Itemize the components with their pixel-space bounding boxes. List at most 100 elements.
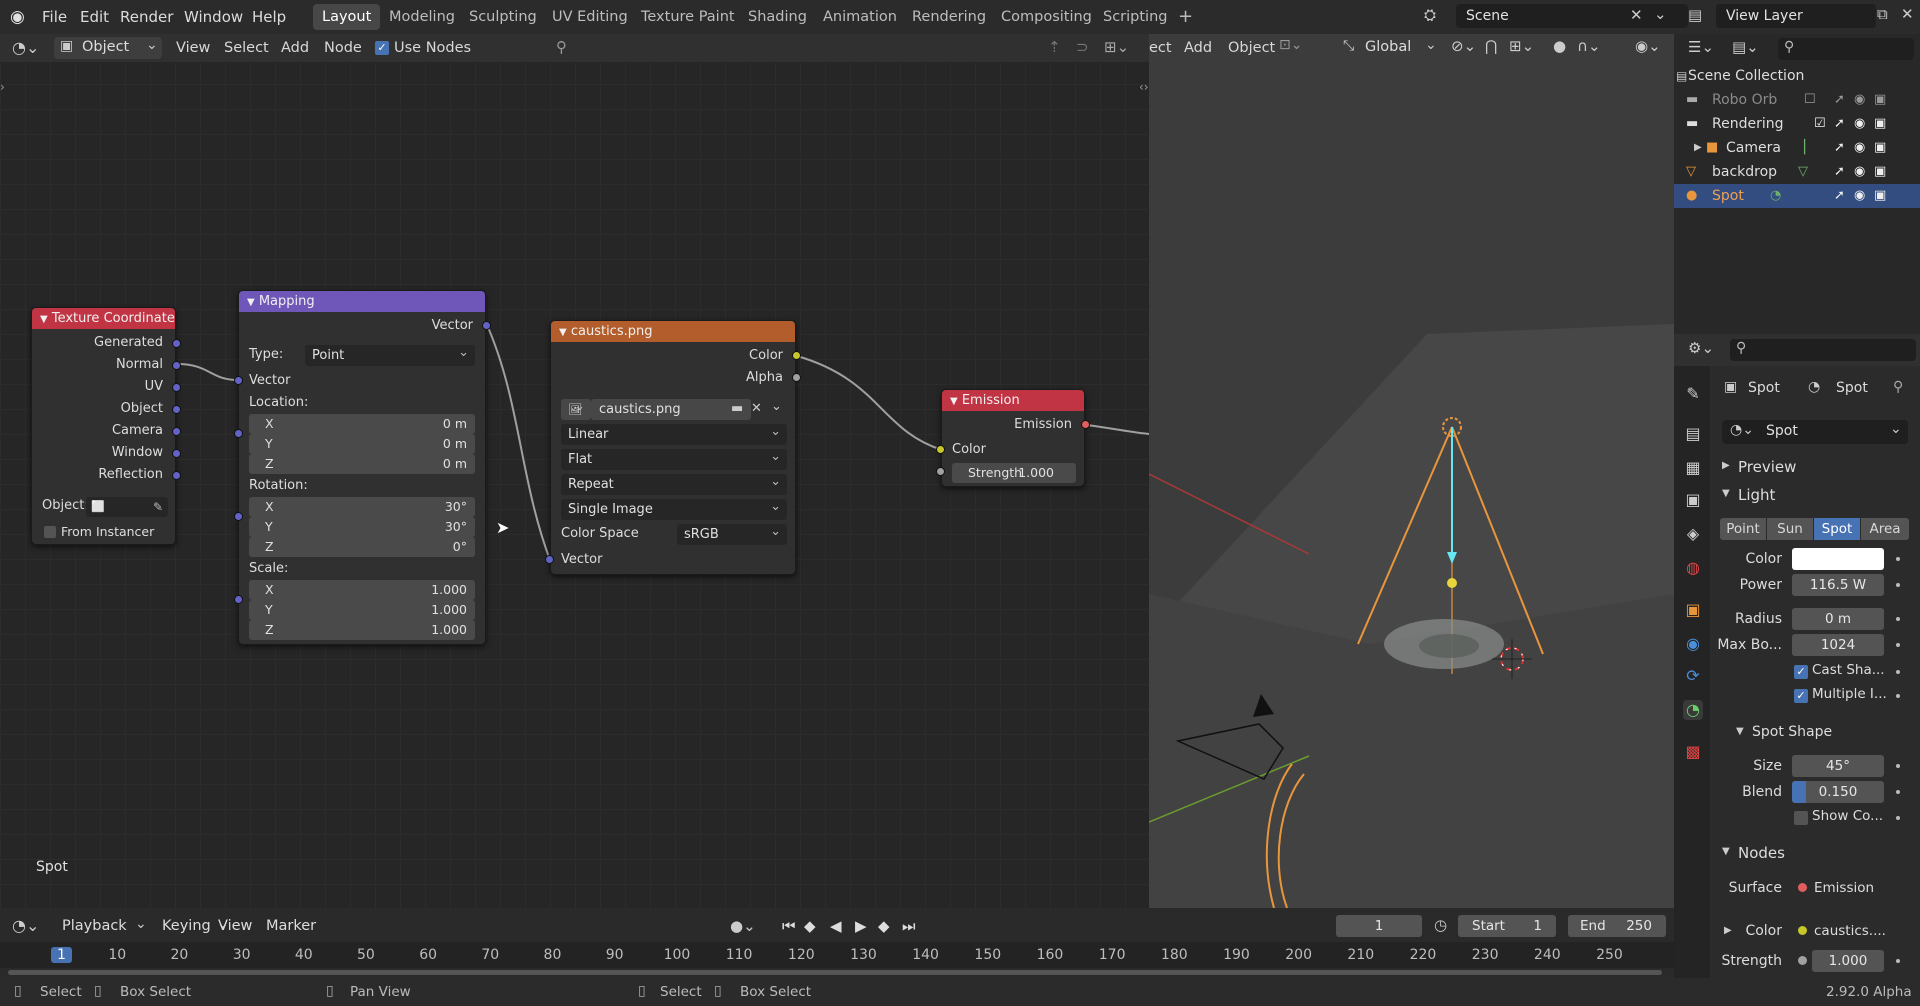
- menu-playback[interactable]: Playback: [62, 918, 127, 934]
- scale-z-field[interactable]: Z 1.000: [249, 620, 475, 640]
- jump-start-icon[interactable]: ⏮: [782, 917, 796, 935]
- start-frame-field[interactable]: Start 1: [1458, 915, 1556, 937]
- spot-size-field[interactable]: 45°: [1792, 755, 1884, 777]
- folder-icon[interactable]: ▬: [731, 401, 743, 416]
- next-keyframe-icon[interactable]: ◆: [878, 917, 890, 935]
- render-toggle-icon[interactable]: ▣: [1874, 88, 1886, 112]
- socket-mapping-in[interactable]: [234, 376, 243, 385]
- properties-editor-icon[interactable]: ⚙⌄: [1688, 339, 1714, 357]
- socket-scale-in[interactable]: [234, 595, 243, 604]
- location-y-field[interactable]: Y 0 m: [249, 434, 475, 454]
- preview-panel-header[interactable]: ▶ Preview: [1716, 456, 1916, 480]
- socket-camera[interactable]: [172, 427, 181, 436]
- prev-keyframe-icon[interactable]: ◆: [804, 917, 816, 935]
- show-cone-checkbox[interactable]: [1794, 811, 1808, 825]
- location-x-field[interactable]: X 0 m: [249, 414, 475, 434]
- play-reverse-icon[interactable]: ◀: [830, 917, 842, 935]
- view-layer-field[interactable]: View Layer: [1716, 4, 1876, 28]
- light-type-sun[interactable]: Sun: [1767, 518, 1813, 540]
- menu-select-partial[interactable]: ect: [1149, 36, 1172, 60]
- constraints-tab-icon[interactable]: ⟳: [1683, 666, 1703, 686]
- eye-icon[interactable]: ◉: [1854, 184, 1865, 208]
- outliner-editor-icon[interactable]: ☰⌄: [1688, 38, 1714, 56]
- extension-dropdown[interactable]: Repeat: [561, 471, 787, 495]
- light-type-area[interactable]: Area: [1861, 518, 1909, 540]
- pin-icon[interactable]: ⚲: [1893, 379, 1903, 395]
- collapse-arrow-icon[interactable]: ▼: [559, 327, 567, 338]
- unlink-icon[interactable]: ✕: [751, 401, 762, 416]
- timeline-scrollbar[interactable]: [8, 970, 1662, 975]
- socket-window[interactable]: [172, 449, 181, 458]
- scale-y-field[interactable]: Y 1.000: [249, 600, 475, 620]
- visibility-icon[interactable]: ◉⌄: [1635, 37, 1661, 55]
- socket-image-vector[interactable]: [545, 555, 554, 564]
- outliner-item-robo-orb[interactable]: ▬ Robo Orb ☐ ➚ ◉ ▣: [1674, 88, 1920, 112]
- add-workspace-icon[interactable]: +: [1178, 6, 1193, 27]
- socket-mapping-out[interactable]: [482, 321, 491, 330]
- render-tab-icon[interactable]: ▤: [1683, 424, 1703, 444]
- eyedropper-icon[interactable]: ✎: [153, 497, 163, 517]
- menu-keying[interactable]: Keying: [162, 918, 211, 934]
- socket-generated[interactable]: [172, 339, 181, 348]
- keyframe-dot-icon[interactable]: [1896, 670, 1900, 674]
- exclude-checkbox-icon[interactable]: ☐: [1804, 88, 1816, 112]
- mapping-node[interactable]: ▼ Mapping Vector Type: Point Vector Loca…: [238, 290, 486, 645]
- properties-search[interactable]: ⚲: [1730, 339, 1916, 361]
- source-dropdown[interactable]: Single Image: [561, 496, 787, 520]
- socket-emission-strength[interactable]: [936, 467, 945, 476]
- socket-uv[interactable]: [172, 383, 181, 392]
- keyframe-dot-icon[interactable]: [1896, 583, 1900, 587]
- outliner-item-rendering[interactable]: ▬ Rendering ☑ ➚ ◉ ▣: [1674, 112, 1920, 136]
- socket-emission-out[interactable]: [1081, 420, 1090, 429]
- strength-field[interactable]: Strength 1.000: [952, 463, 1076, 483]
- output-tab-icon[interactable]: ▦: [1683, 458, 1703, 478]
- keyframe-dot-icon[interactable]: [1896, 617, 1900, 621]
- emission-node[interactable]: ▼ Emission Emission Color Strength 1.000: [941, 389, 1085, 487]
- image-texture-node[interactable]: ▼ caustics.png Color Alpha 🖼 caustics.pn…: [550, 320, 796, 575]
- image-name-field[interactable]: caustics.png: [591, 396, 751, 420]
- eye-icon[interactable]: ◉: [1854, 112, 1865, 136]
- view-layer-icon[interactable]: ▤: [1688, 6, 1702, 24]
- 3d-viewport[interactable]: [1149, 34, 1674, 908]
- outliner-item-backdrop[interactable]: ▽ backdrop ▽ ➚ ◉ ▣: [1674, 160, 1920, 184]
- light-panel-header[interactable]: ▼ Light: [1716, 484, 1916, 508]
- socket-normal[interactable]: [172, 361, 181, 370]
- select-toggle-icon[interactable]: ➚: [1834, 160, 1845, 184]
- radius-field[interactable]: 0 m: [1792, 608, 1884, 630]
- cast-shadow-checkbox[interactable]: ✓: [1794, 665, 1808, 679]
- object-picker[interactable]: ⬜ ✎: [86, 497, 168, 517]
- nodes-panel-header[interactable]: ▼ Nodes: [1716, 842, 1916, 866]
- view-layer-tab-icon[interactable]: ▣: [1683, 490, 1703, 510]
- keyframe-dot-icon[interactable]: [1896, 643, 1900, 647]
- socket-location-in[interactable]: [234, 429, 243, 438]
- light-data-tab-icon[interactable]: ◔: [1683, 700, 1703, 720]
- eye-icon[interactable]: ◉: [1854, 136, 1865, 160]
- duplicate-layer-icon[interactable]: ⧉: [1877, 5, 1888, 23]
- select-toggle-icon[interactable]: ➚: [1834, 88, 1845, 112]
- transform-orientation-dropdown[interactable]: ⤡ Global ⌄: [1339, 37, 1444, 59]
- collapse-arrow-icon[interactable]: ▼: [950, 396, 958, 407]
- spot-shape-panel-header[interactable]: ▼ Spot Shape: [1730, 722, 1910, 744]
- texture-tab-icon[interactable]: ▩: [1683, 742, 1703, 762]
- select-toggle-icon[interactable]: ➚: [1834, 112, 1845, 136]
- record-icon[interactable]: ●⌄: [730, 917, 756, 935]
- location-z-field[interactable]: Z 0 m: [249, 454, 475, 474]
- rotation-y-field[interactable]: Y 30°: [249, 517, 475, 537]
- proportional-edit-icon[interactable]: ●: [1553, 37, 1566, 55]
- texture-coordinate-node[interactable]: ▼ Texture Coordinate Generated Normal UV…: [31, 307, 176, 545]
- scene-icon[interactable]: ⛭: [1424, 6, 1436, 24]
- spot-blend-field[interactable]: 0.150: [1792, 781, 1884, 803]
- keyframe-dot-icon[interactable]: [1896, 816, 1900, 820]
- object-tab-icon[interactable]: ▣: [1683, 600, 1703, 620]
- scene-dropdown-icon[interactable]: ⌄: [1654, 5, 1667, 23]
- exclude-checkbox-icon[interactable]: ☑: [1814, 112, 1826, 136]
- falloff-icon[interactable]: ∩⌄: [1577, 37, 1601, 55]
- keyframe-dot-icon[interactable]: [1896, 694, 1900, 698]
- display-mode-icon[interactable]: ▤⌄: [1732, 38, 1759, 56]
- jump-end-icon[interactable]: ⏭: [902, 917, 916, 935]
- node-color-field[interactable]: caustics....: [1792, 920, 1902, 942]
- rotation-z-field[interactable]: Z 0°: [249, 537, 475, 557]
- light-type-point[interactable]: Point: [1720, 518, 1766, 540]
- render-toggle-icon[interactable]: ▣: [1874, 136, 1886, 160]
- surface-field[interactable]: Emission: [1792, 877, 1902, 899]
